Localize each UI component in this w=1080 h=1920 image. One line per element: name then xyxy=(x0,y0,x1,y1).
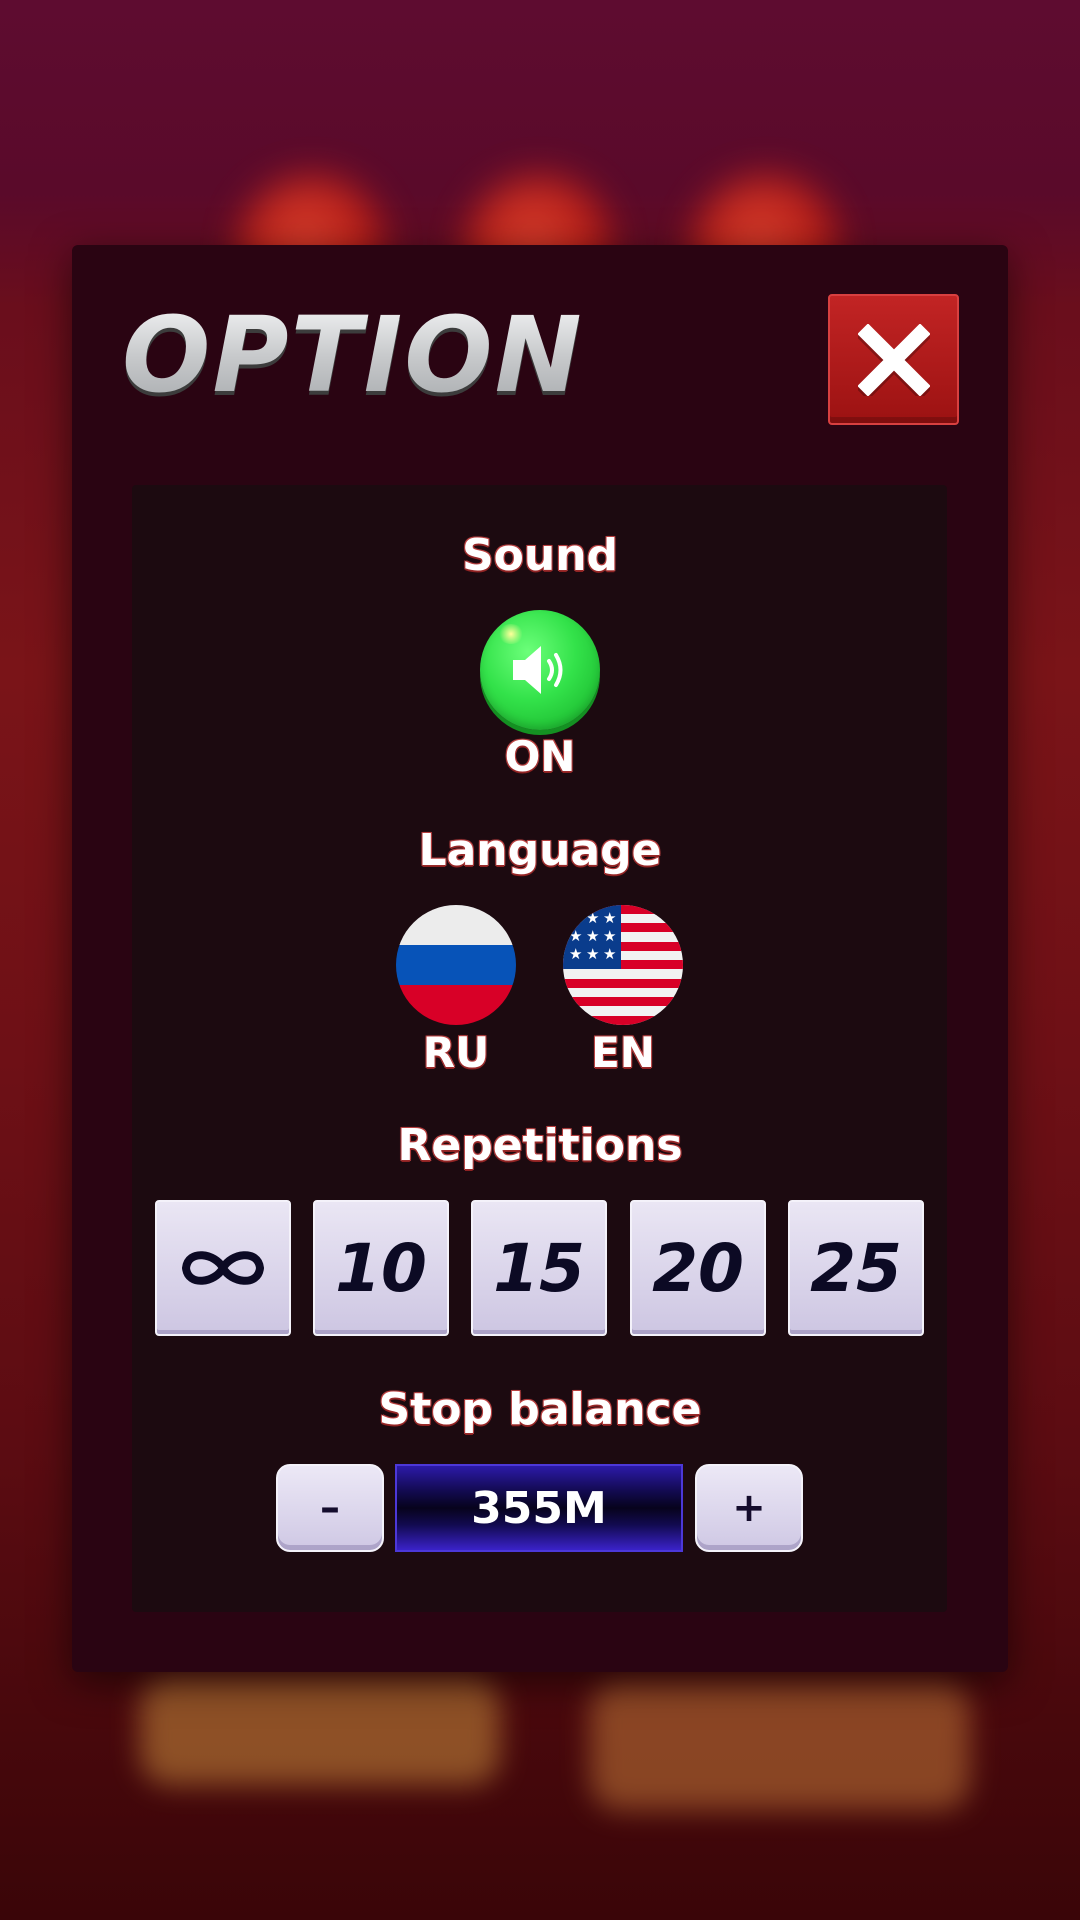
background-blur-left xyxy=(140,1675,500,1785)
svg-text:★: ★ xyxy=(603,927,616,945)
infinity-icon xyxy=(182,1251,264,1285)
language-label-ru: RU xyxy=(422,1028,490,1077)
stop-balance-label: Stop balance xyxy=(378,1384,702,1435)
close-x-icon xyxy=(857,323,930,396)
decrease-balance-button[interactable]: – xyxy=(276,1464,384,1552)
svg-text:★: ★ xyxy=(603,945,616,963)
sound-label: Sound xyxy=(461,530,619,581)
svg-text:★: ★ xyxy=(586,927,599,945)
svg-text:★: ★ xyxy=(586,945,599,963)
language-label-en: EN xyxy=(591,1028,655,1077)
svg-text:★: ★ xyxy=(569,945,582,963)
sound-state-label: ON xyxy=(504,732,576,781)
stop-balance-value: 355M xyxy=(395,1464,683,1552)
speaker-icon xyxy=(513,646,563,694)
repetition-option-15[interactable]: 15 xyxy=(471,1200,607,1336)
language-label: Language xyxy=(418,825,662,876)
repetition-option-25[interactable]: 25 xyxy=(788,1200,924,1336)
usa-flag-icon: ★★★ ★★★ ★★★ xyxy=(563,905,683,1025)
language-option-ru[interactable] xyxy=(396,905,516,1025)
increase-balance-button[interactable]: + xyxy=(695,1464,803,1552)
repetitions-label: Repetitions xyxy=(397,1120,683,1171)
repetition-option-10[interactable]: 10 xyxy=(313,1200,449,1336)
sound-toggle-button[interactable] xyxy=(480,610,600,730)
svg-text:★: ★ xyxy=(603,909,616,927)
dialog-title: OPTION xyxy=(122,294,584,416)
russia-flag-icon xyxy=(396,905,516,1025)
repetition-option-20[interactable]: 20 xyxy=(630,1200,766,1336)
repetition-option-infinite[interactable] xyxy=(155,1200,291,1336)
close-button[interactable] xyxy=(828,294,959,425)
language-option-en[interactable]: ★★★ ★★★ ★★★ xyxy=(563,905,683,1025)
background-blur-right xyxy=(590,1680,970,1810)
button-highlight xyxy=(498,624,524,644)
